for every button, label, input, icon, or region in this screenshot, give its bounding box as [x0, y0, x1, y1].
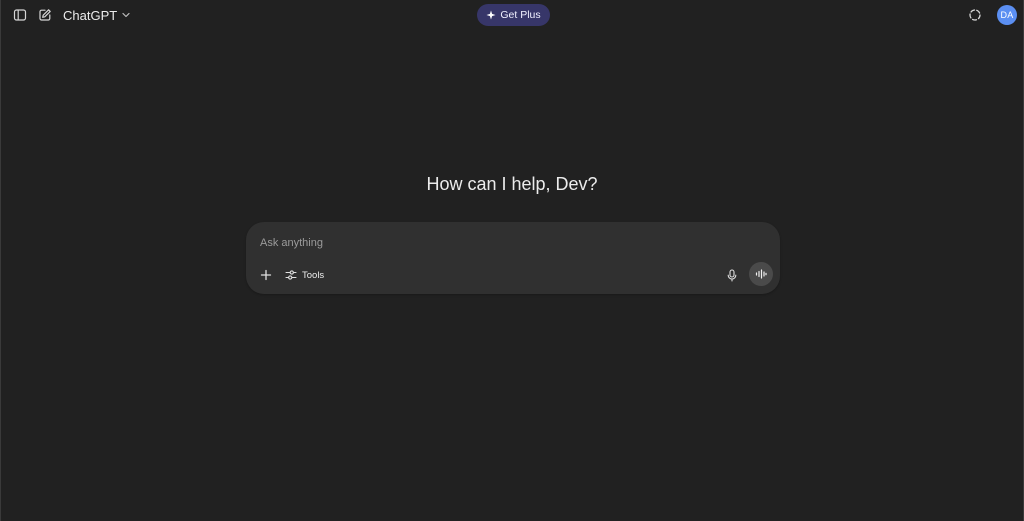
get-plus-label: Get Plus: [500, 9, 541, 21]
dictate-button[interactable]: [721, 264, 743, 286]
tools-label: Tools: [302, 269, 325, 281]
new-chat-button[interactable]: [34, 4, 56, 26]
edit-pencil-icon: [39, 9, 51, 21]
model-label: ChatGPT: [63, 7, 118, 23]
sidebar-panel-icon: [13, 9, 27, 21]
get-plus-button[interactable]: Get Plus: [477, 4, 550, 26]
app-window: ChatGPT Get Plus DA How can I help, Dev?: [0, 0, 1024, 521]
avatar[interactable]: DA: [997, 5, 1017, 25]
top-bar: ChatGPT Get Plus DA: [1, 0, 1023, 30]
dashed-circle-icon: [969, 9, 981, 21]
model-selector[interactable]: ChatGPT: [59, 4, 135, 26]
chevron-down-icon: [122, 12, 130, 18]
attach-button[interactable]: [255, 264, 277, 286]
microphone-icon: [727, 268, 737, 282]
sparkle-icon: [486, 10, 496, 20]
tools-button[interactable]: Tools: [281, 264, 328, 286]
voice-waveform-icon: [755, 269, 767, 279]
greeting-heading: How can I help, Dev?: [426, 174, 598, 194]
sidebar-toggle-button[interactable]: [9, 4, 31, 26]
voice-mode-button[interactable]: [749, 262, 773, 286]
temporary-chat-button[interactable]: [964, 4, 986, 26]
plus-icon: [260, 269, 272, 281]
prompt-input[interactable]: [260, 234, 700, 252]
chat-composer: Tools: [246, 222, 780, 294]
sliders-icon: [285, 270, 297, 280]
avatar-initials: DA: [1000, 10, 1014, 20]
